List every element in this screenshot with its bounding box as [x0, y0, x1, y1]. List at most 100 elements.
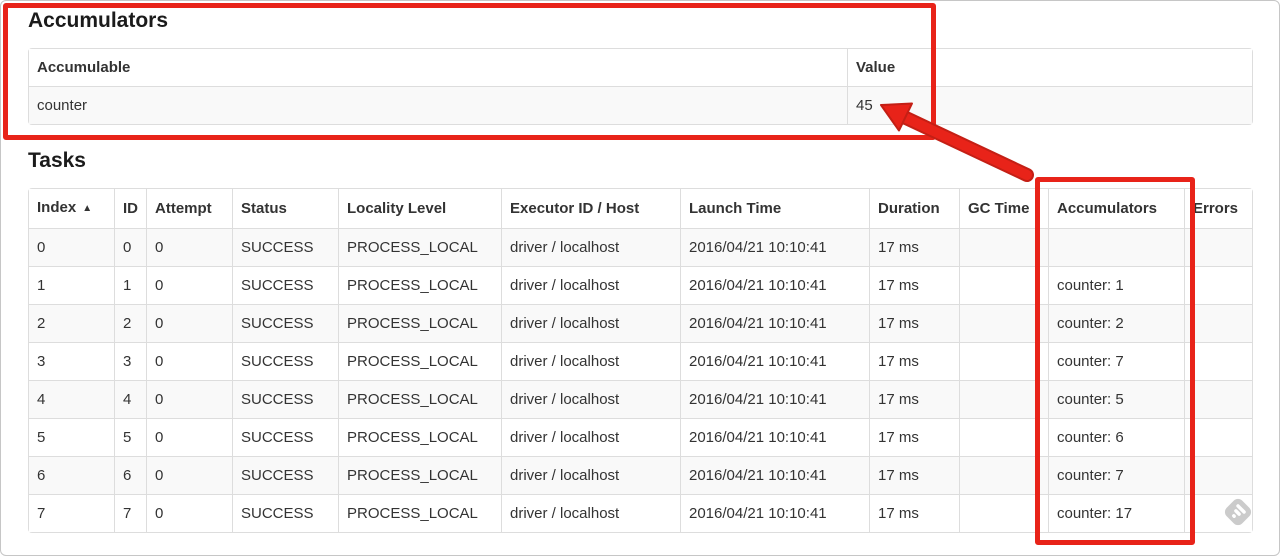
task-cell-errors — [1184, 418, 1252, 456]
task-cell-index: 7 — [29, 494, 114, 532]
tasks-col-executor-id-host[interactable]: Executor ID / Host — [501, 189, 680, 228]
task-cell-gc-time — [959, 304, 1048, 342]
accumulators-header-row: Accumulable Value — [29, 49, 1252, 86]
task-cell-duration: 17 ms — [869, 304, 959, 342]
task-cell-launch-time: 2016/04/21 10:10:41 — [680, 304, 869, 342]
task-cell-gc-time — [959, 342, 1048, 380]
tasks-col-status[interactable]: Status — [232, 189, 338, 228]
task-cell-gc-time — [959, 380, 1048, 418]
task-cell-status: SUCCESS — [232, 342, 338, 380]
task-row: 7 7 0 SUCCESS PROCESS_LOCAL driver / loc… — [29, 494, 1252, 532]
task-cell-gc-time — [959, 228, 1048, 266]
task-cell-accumulators: counter: 5 — [1048, 380, 1184, 418]
task-cell-index: 4 — [29, 380, 114, 418]
task-cell-id: 1 — [114, 266, 146, 304]
task-cell-index: 6 — [29, 456, 114, 494]
task-cell-locality-level: PROCESS_LOCAL — [338, 228, 501, 266]
task-cell-attempt: 0 — [146, 304, 232, 342]
task-cell-gc-time — [959, 418, 1048, 456]
task-cell-errors — [1184, 494, 1252, 532]
task-cell-launch-time: 2016/04/21 10:10:41 — [680, 266, 869, 304]
sort-ascending-icon: ▲ — [82, 203, 93, 214]
task-cell-attempt: 0 — [146, 228, 232, 266]
accumulator-row: counter 45 — [29, 86, 1252, 124]
task-cell-locality-level: PROCESS_LOCAL — [338, 418, 501, 456]
tasks-col-index[interactable]: Index ▲ — [29, 189, 114, 228]
task-cell-locality-level: PROCESS_LOCAL — [338, 380, 501, 418]
task-cell-errors — [1184, 304, 1252, 342]
task-cell-accumulators — [1048, 228, 1184, 266]
tasks-col-gc-time[interactable]: GC Time — [959, 189, 1048, 228]
task-cell-executor-id-host: driver / localhost — [501, 304, 680, 342]
task-cell-executor-id-host: driver / localhost — [501, 380, 680, 418]
task-cell-locality-level: PROCESS_LOCAL — [338, 494, 501, 532]
tasks-col-errors[interactable]: Errors — [1184, 189, 1252, 228]
task-cell-index: 1 — [29, 266, 114, 304]
tasks-col-accumulators[interactable]: Accumulators — [1048, 189, 1184, 228]
task-cell-locality-level: PROCESS_LOCAL — [338, 266, 501, 304]
task-cell-id: 3 — [114, 342, 146, 380]
task-cell-locality-level: PROCESS_LOCAL — [338, 304, 501, 342]
task-cell-duration: 17 ms — [869, 342, 959, 380]
tasks-table: Index ▲ ID Attempt Status Locality Level … — [28, 188, 1253, 533]
task-cell-executor-id-host: driver / localhost — [501, 456, 680, 494]
task-cell-attempt: 0 — [146, 456, 232, 494]
tasks-table-body: 0 0 0 SUCCESS PROCESS_LOCAL driver / loc… — [29, 228, 1252, 532]
task-cell-duration: 17 ms — [869, 228, 959, 266]
task-cell-errors — [1184, 342, 1252, 380]
tasks-section: Tasks Index ▲ ID Attempt Status Locality … — [28, 149, 1253, 533]
tasks-col-duration[interactable]: Duration — [869, 189, 959, 228]
task-cell-accumulators: counter: 6 — [1048, 418, 1184, 456]
task-cell-id: 4 — [114, 380, 146, 418]
tasks-heading: Tasks — [28, 149, 86, 172]
accumulable-name-cell: counter — [29, 86, 847, 124]
task-row: 0 0 0 SUCCESS PROCESS_LOCAL driver / loc… — [29, 228, 1252, 266]
task-cell-status: SUCCESS — [232, 266, 338, 304]
task-cell-gc-time — [959, 266, 1048, 304]
task-cell-launch-time: 2016/04/21 10:10:41 — [680, 342, 869, 380]
spark-stage-page: Accumulators Accumulable Value counter 4… — [0, 0, 1280, 556]
task-cell-errors — [1184, 380, 1252, 418]
task-cell-id: 6 — [114, 456, 146, 494]
task-cell-id: 2 — [114, 304, 146, 342]
task-cell-index: 0 — [29, 228, 114, 266]
task-cell-locality-level: PROCESS_LOCAL — [338, 456, 501, 494]
task-cell-accumulators: counter: 2 — [1048, 304, 1184, 342]
task-cell-executor-id-host: driver / localhost — [501, 266, 680, 304]
task-cell-errors — [1184, 228, 1252, 266]
task-cell-attempt: 0 — [146, 418, 232, 456]
task-cell-status: SUCCESS — [232, 228, 338, 266]
task-cell-executor-id-host: driver / localhost — [501, 418, 680, 456]
task-cell-accumulators: counter: 7 — [1048, 342, 1184, 380]
tasks-col-locality-level[interactable]: Locality Level — [338, 189, 501, 228]
tasks-header-row: Index ▲ ID Attempt Status Locality Level … — [29, 189, 1252, 228]
task-cell-duration: 17 ms — [869, 494, 959, 532]
task-cell-duration: 17 ms — [869, 380, 959, 418]
task-cell-errors — [1184, 456, 1252, 494]
task-row: 4 4 0 SUCCESS PROCESS_LOCAL driver / loc… — [29, 380, 1252, 418]
task-cell-errors — [1184, 266, 1252, 304]
task-cell-status: SUCCESS — [232, 418, 338, 456]
task-cell-status: SUCCESS — [232, 456, 338, 494]
task-cell-accumulators: counter: 7 — [1048, 456, 1184, 494]
task-cell-gc-time — [959, 494, 1048, 532]
task-row: 2 2 0 SUCCESS PROCESS_LOCAL driver / loc… — [29, 304, 1252, 342]
task-cell-accumulators: counter: 17 — [1048, 494, 1184, 532]
task-cell-launch-time: 2016/04/21 10:10:41 — [680, 494, 869, 532]
task-cell-executor-id-host: driver / localhost — [501, 342, 680, 380]
tasks-col-launch-time[interactable]: Launch Time — [680, 189, 869, 228]
task-row: 3 3 0 SUCCESS PROCESS_LOCAL driver / loc… — [29, 342, 1252, 380]
task-cell-index: 3 — [29, 342, 114, 380]
task-cell-attempt: 0 — [146, 380, 232, 418]
accumulators-section: Accumulators Accumulable Value counter 4… — [28, 9, 1253, 125]
task-cell-duration: 17 ms — [869, 418, 959, 456]
task-cell-launch-time: 2016/04/21 10:10:41 — [680, 456, 869, 494]
task-cell-launch-time: 2016/04/21 10:10:41 — [680, 228, 869, 266]
accumulable-column-header: Accumulable — [29, 49, 847, 86]
accumulable-value-cell: 45 — [847, 86, 1252, 124]
task-cell-duration: 17 ms — [869, 266, 959, 304]
accumulators-table: Accumulable Value counter 45 — [28, 48, 1253, 125]
tasks-col-id[interactable]: ID — [114, 189, 146, 228]
tasks-col-attempt[interactable]: Attempt — [146, 189, 232, 228]
task-cell-status: SUCCESS — [232, 304, 338, 342]
